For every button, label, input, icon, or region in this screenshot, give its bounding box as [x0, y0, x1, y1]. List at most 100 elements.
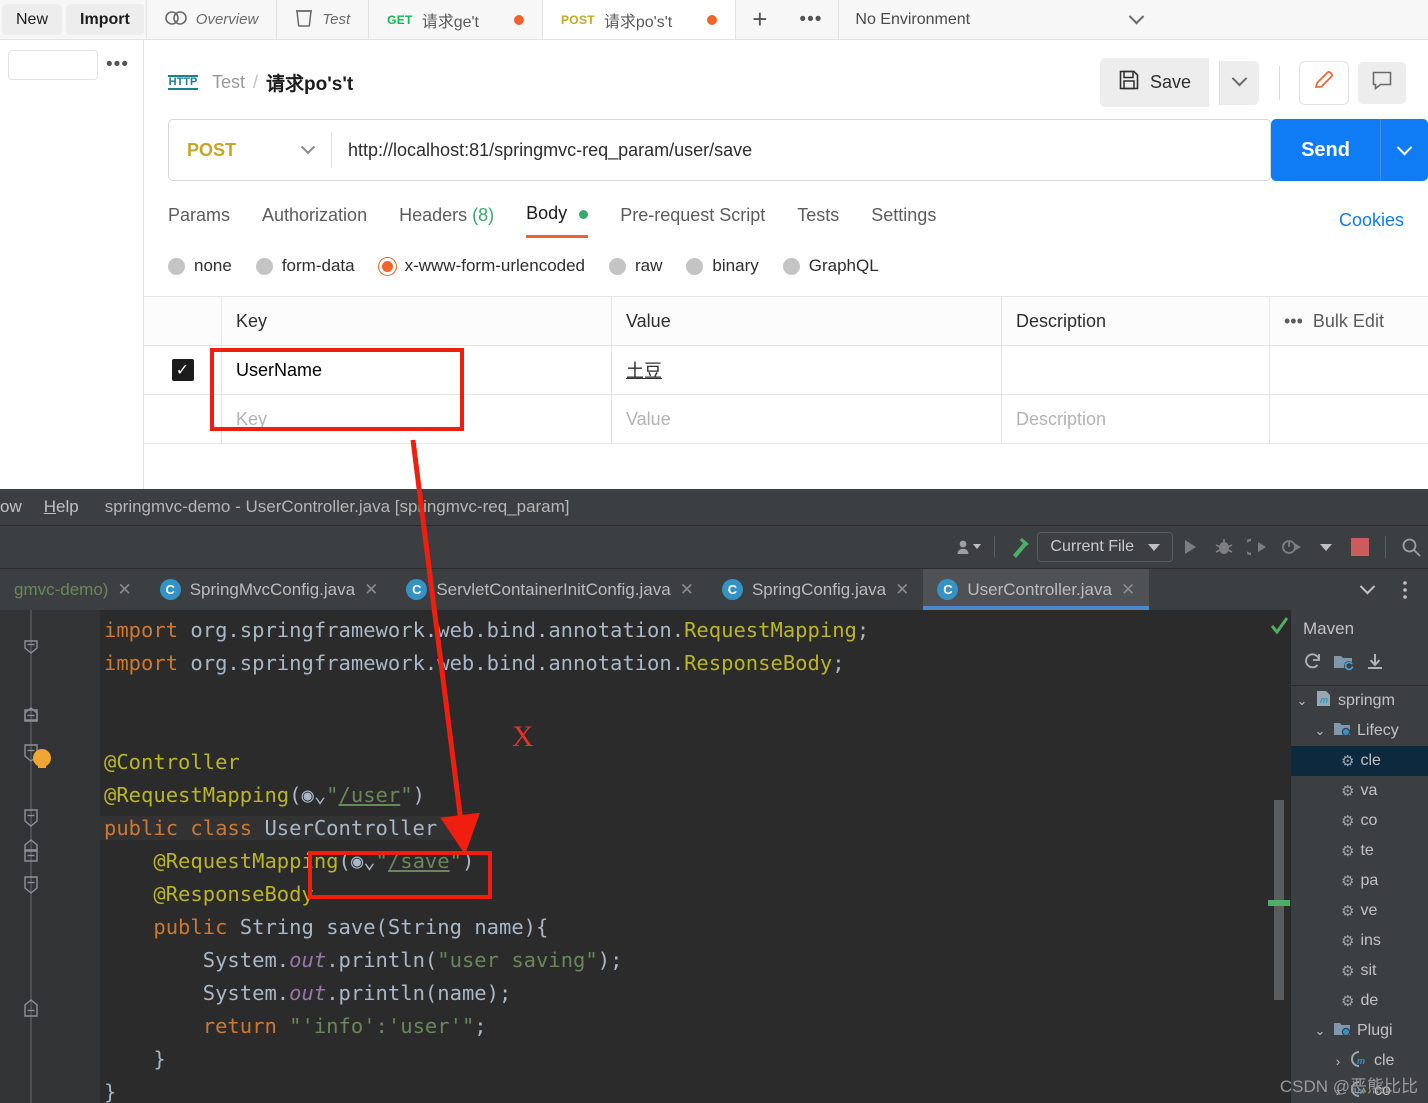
tab-params[interactable]: Params	[168, 205, 230, 237]
more-vertical-icon[interactable]	[1388, 575, 1422, 605]
body-type-none[interactable]: none	[168, 256, 232, 276]
body-type-form-data[interactable]: form-data	[255, 256, 355, 276]
profiler-dropdown-icon[interactable]	[1309, 532, 1343, 562]
tab-body[interactable]: Body	[526, 203, 589, 238]
hammer-icon[interactable]	[1003, 532, 1037, 562]
url-box: POST http://localhost:81/springmvc-req_p…	[168, 119, 1272, 181]
placeholder-value-input[interactable]: Value	[612, 395, 1002, 443]
editor-tab-gmvc-demo[interactable]: gmvc-demo) ✕	[0, 569, 146, 610]
stop-icon[interactable]	[1343, 532, 1377, 562]
reload-icon[interactable]	[1303, 652, 1323, 677]
tab-test[interactable]: Test	[276, 0, 368, 39]
environment-selector[interactable]: No Environment	[838, 0, 1158, 39]
request-tab-strip: Overview Test GET 请求ge't POST 请求po's't +…	[145, 0, 1428, 39]
row-checkbox-cell[interactable]: ✓	[144, 346, 222, 394]
run-with-coverage-icon[interactable]	[1241, 532, 1275, 562]
url-input[interactable]: http://localhost:81/springmvc-req_param/…	[332, 120, 1270, 180]
maven-tree-label: cle	[1374, 1052, 1395, 1069]
add-folder-icon[interactable]	[1333, 652, 1355, 677]
sidebar-more-button[interactable]: •••	[100, 50, 135, 80]
chevron-down-icon[interactable]	[1350, 575, 1384, 605]
tab-pre-request-script[interactable]: Pre-request Script	[620, 205, 765, 237]
maven-tree-item-clean[interactable]: ⚙ cle	[1291, 746, 1428, 776]
maven-tree-item-compile[interactable]: ⚙ co	[1291, 806, 1428, 836]
close-icon[interactable]: ✕	[895, 580, 909, 600]
tab-tests[interactable]: Tests	[797, 205, 839, 237]
breadcrumb-request-name[interactable]: 请求po's't	[266, 69, 353, 96]
maven-tree-item-validate[interactable]: ⚙ va	[1291, 776, 1428, 806]
tabs-more-button[interactable]: •••	[783, 0, 838, 39]
chevron-right-icon[interactable]: ›	[1331, 1054, 1345, 1069]
code-editor[interactable]: import org.springframework.web.bind.anno…	[100, 610, 1268, 1103]
sidebar-search-input[interactable]	[8, 50, 98, 80]
import-button[interactable]: Import	[66, 4, 144, 35]
maven-tree-item-site[interactable]: ⚙ sit	[1291, 956, 1428, 986]
body-type-label: raw	[635, 256, 663, 275]
tab-headers[interactable]: Headers (8)	[399, 205, 494, 237]
editor-gutter[interactable]	[0, 610, 100, 1103]
maven-tree-item-package[interactable]: ⚙ pa	[1291, 866, 1428, 896]
column-header-key: Key	[222, 297, 612, 345]
editor-tab-springconfig[interactable]: C SpringConfig.java ✕	[708, 569, 923, 610]
body-type-graphql[interactable]: GraphQL	[782, 256, 879, 276]
table-row: ✓ UserName 土豆	[144, 346, 1428, 395]
overview-icon	[164, 10, 187, 30]
editor-tab-servletcontainerinitconfig[interactable]: C ServletContainerInitConfig.java ✕	[392, 569, 708, 610]
cookies-link[interactable]: Cookies	[1339, 210, 1404, 231]
placeholder-checkbox-cell[interactable]	[144, 395, 222, 443]
body-type-x-www-form-urlencoded[interactable]: x-www-form-urlencoded	[378, 256, 585, 276]
maven-tree-item-lifecycle[interactable]: ⌄ Lifecy	[1291, 716, 1428, 746]
close-icon[interactable]: ✕	[117, 580, 131, 600]
row-description-input[interactable]	[1002, 346, 1270, 394]
row-value-input[interactable]: 土豆	[612, 346, 1002, 394]
method-selector[interactable]: POST	[169, 120, 331, 180]
send-button[interactable]: Send	[1271, 119, 1380, 181]
close-icon[interactable]: ✕	[680, 580, 694, 600]
maven-tree-item-deploy[interactable]: ⚙ de	[1291, 986, 1428, 1016]
body-type-binary[interactable]: binary	[686, 256, 759, 276]
tab-settings[interactable]: Settings	[871, 205, 936, 237]
search-icon[interactable]	[1394, 532, 1428, 562]
new-button[interactable]: New	[2, 4, 63, 35]
editor-tab-usercontroller[interactable]: C UserController.java ✕	[923, 569, 1150, 610]
maven-tree-item-install[interactable]: ⚙ ins	[1291, 926, 1428, 956]
close-icon[interactable]: ✕	[1121, 580, 1135, 600]
run-configuration-selector[interactable]: Current File	[1037, 532, 1173, 562]
save-button[interactable]: Save	[1099, 58, 1209, 107]
download-icon[interactable]	[1365, 652, 1385, 677]
chevron-down-icon[interactable]: ⌄	[1295, 693, 1309, 709]
editor-tab-label: SpringMvcConfig.java	[189, 579, 356, 599]
bug-icon[interactable]	[1207, 532, 1241, 562]
maven-tree-item-plugins[interactable]: ⌄ Plugi	[1291, 1016, 1428, 1046]
edit-button[interactable]	[1300, 61, 1348, 104]
menu-item-window[interactable]: ow	[0, 497, 22, 517]
close-icon[interactable]: ✕	[364, 580, 378, 600]
play-icon[interactable]	[1173, 532, 1207, 562]
bulk-edit-button[interactable]: ••• Bulk Edit	[1270, 297, 1428, 345]
menu-item-help[interactable]: Help	[44, 497, 79, 517]
save-options-button[interactable]	[1219, 60, 1259, 105]
profiler-icon[interactable]	[1275, 532, 1309, 562]
chevron-down-icon[interactable]: ⌄	[1313, 723, 1327, 739]
tab-overview[interactable]: Overview	[145, 0, 277, 39]
breadcrumb-collection[interactable]: Test	[212, 72, 245, 93]
add-tab-button[interactable]: +	[735, 0, 783, 39]
request-actions: Save	[1099, 58, 1406, 107]
placeholder-description-input[interactable]: Description	[1002, 395, 1270, 443]
send-options-button[interactable]	[1380, 119, 1428, 181]
maven-tree-item-project[interactable]: ⌄ m springm	[1291, 686, 1428, 716]
row-key-input[interactable]: UserName	[222, 346, 612, 394]
body-type-raw[interactable]: raw	[609, 256, 662, 276]
user-icon[interactable]	[952, 532, 986, 562]
editor-tab-springmvcconfig[interactable]: C SpringMvcConfig.java ✕	[146, 569, 393, 610]
comment-button[interactable]	[1358, 61, 1406, 104]
editor-marker-bar[interactable]	[1268, 610, 1290, 1103]
placeholder-key-input[interactable]: Key	[222, 395, 612, 443]
chevron-down-icon[interactable]: ⌄	[1313, 1023, 1327, 1039]
maven-tree-item-verify[interactable]: ⚙ ve	[1291, 896, 1428, 926]
tab-request-get[interactable]: GET 请求ge't	[368, 0, 542, 39]
maven-tree-item-test[interactable]: ⚙ te	[1291, 836, 1428, 866]
tab-request-post[interactable]: POST 请求po's't	[542, 0, 736, 39]
checkbox-checked-icon[interactable]: ✓	[171, 359, 194, 381]
tab-authorization[interactable]: Authorization	[262, 205, 367, 237]
